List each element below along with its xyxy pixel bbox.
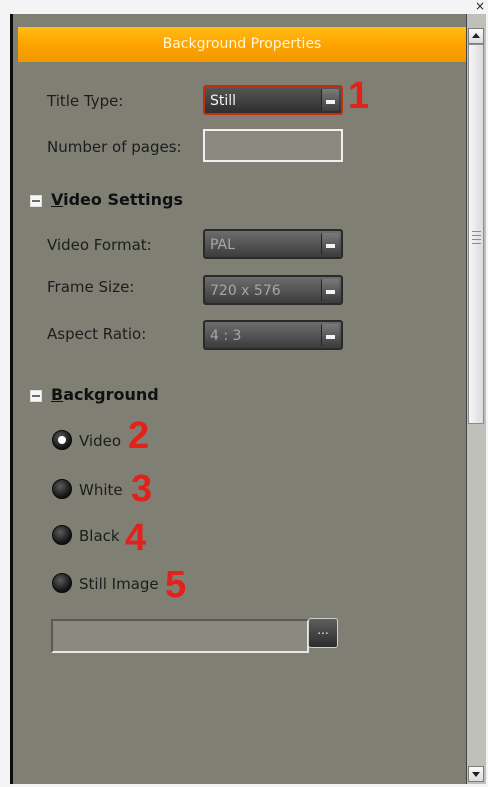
video-settings-collapse-icon[interactable]	[30, 195, 42, 207]
video-settings-heading: Video Settings	[51, 190, 183, 209]
background-heading: Background	[51, 385, 159, 404]
radio-white[interactable]	[52, 479, 72, 499]
scroll-down-icon[interactable]	[468, 766, 484, 782]
radio-video-label[interactable]: Video	[79, 432, 121, 450]
annotation-5: 5	[165, 564, 187, 606]
aspect-ratio-dropdown[interactable]: 4 : 3	[203, 320, 343, 350]
chevron-down-icon[interactable]	[321, 279, 339, 301]
frame-size-dropdown[interactable]: 720 x 576	[203, 275, 343, 305]
browse-button[interactable]: ...	[308, 618, 338, 648]
chevron-down-icon[interactable]	[321, 89, 339, 111]
radio-black-label[interactable]: Black	[79, 527, 120, 545]
annotation-4: 4	[125, 517, 147, 559]
number-of-pages-input[interactable]	[203, 129, 343, 162]
radio-video[interactable]	[52, 430, 72, 450]
video-format-label: Video Format:	[47, 236, 152, 254]
annotation-2: 2	[128, 415, 150, 457]
radio-black[interactable]	[52, 525, 72, 545]
radio-still-image[interactable]	[52, 573, 72, 593]
frame-size-label: Frame Size:	[47, 278, 135, 296]
aspect-ratio-value: 4 : 3	[210, 328, 242, 344]
window-frame: × Background Properties Title Type: Stil…	[0, 0, 488, 787]
radio-white-label[interactable]: White	[79, 481, 123, 499]
video-format-dropdown[interactable]: PAL	[203, 229, 343, 259]
annotation-1: 1	[348, 75, 370, 117]
chevron-down-icon[interactable]	[321, 233, 339, 255]
chevron-down-icon[interactable]	[321, 324, 339, 346]
properties-panel: Background Properties Title Type: Still …	[10, 14, 467, 784]
scrollbar-thumb[interactable]	[468, 44, 484, 424]
scroll-up-icon[interactable]	[468, 28, 484, 44]
background-collapse-icon[interactable]	[30, 390, 42, 402]
frame-size-value: 720 x 576	[210, 283, 281, 299]
annotation-3: 3	[131, 468, 153, 510]
radio-still-image-label[interactable]: Still Image	[79, 575, 159, 593]
panel-title: Background Properties	[18, 27, 466, 62]
number-of-pages-label: Number of pages:	[47, 138, 182, 156]
title-type-label: Title Type:	[47, 92, 124, 110]
vertical-scrollbar[interactable]	[466, 14, 486, 784]
aspect-ratio-label: Aspect Ratio:	[47, 325, 147, 343]
title-type-dropdown[interactable]: Still	[203, 85, 343, 115]
close-icon[interactable]: ×	[473, 0, 487, 12]
video-format-value: PAL	[210, 237, 235, 253]
image-path-input[interactable]	[51, 619, 309, 653]
title-type-value: Still	[210, 93, 237, 109]
